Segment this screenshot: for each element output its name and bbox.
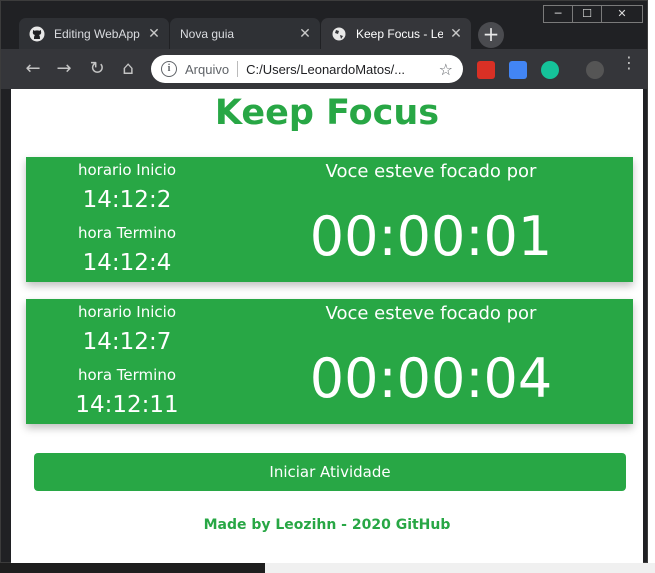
github-icon (29, 26, 45, 42)
end-label: hora Termino (77, 224, 177, 242)
end-time: 14:12:4 (82, 250, 172, 276)
tab-close-icon[interactable]: ✕ (449, 26, 463, 42)
focus-duration: 00:00:04 (309, 347, 553, 410)
back-arrow-icon[interactable]: ← (21, 57, 45, 81)
focus-label: Voce esteve focado por (325, 161, 537, 182)
address-bar[interactable]: i Arquivo C:/Users/LeonardoMatos/... ☆ (151, 55, 463, 83)
tab-nova-guia[interactable]: Nova guia ✕ (170, 18, 320, 49)
page-title: Keep Focus (214, 93, 440, 133)
grammarly-icon[interactable] (541, 61, 559, 79)
extension-red-icon[interactable] (477, 61, 495, 79)
google-translate-icon[interactable] (509, 61, 527, 79)
tab-editing-webapp[interactable]: Editing WebApp ✕ (19, 18, 169, 49)
taskbar-strip (0, 563, 265, 573)
home-icon[interactable]: ⌂ (116, 57, 140, 81)
start-label: horario Inicio (77, 303, 176, 321)
tab-title: Nova guia (180, 26, 235, 41)
tab-title: Editing WebApp (54, 26, 140, 41)
browser-window: ─ ☐ ✕ Editing WebApp ✕ Nova guia ✕ Keep … (0, 0, 648, 563)
profile-avatar[interactable] (586, 61, 604, 79)
session-card: horario Inicio 14:12:2 hora Termino 14:1… (26, 157, 633, 282)
page-content: Keep Focus horario Inicio 14:12:2 hora T… (11, 89, 643, 563)
end-time: 14:12:11 (75, 392, 179, 418)
menu-dots-icon[interactable]: ⋮ (621, 55, 637, 71)
scheme-label: Arquivo (185, 61, 230, 77)
start-time: 14:12:7 (82, 329, 172, 355)
new-tab-icon[interactable]: + (478, 22, 504, 48)
footer-credit[interactable]: Made by Leozihn - 2020 GitHub (11, 517, 643, 533)
minimize-icon[interactable]: ─ (544, 6, 572, 22)
focus-label: Voce esteve focado por (325, 303, 537, 324)
url-text[interactable]: C:/Users/LeonardoMatos/... (246, 62, 439, 77)
maximize-icon[interactable]: ☐ (572, 6, 601, 22)
tab-close-icon[interactable]: ✕ (147, 26, 161, 42)
focus-duration: 00:00:01 (309, 205, 553, 268)
start-activity-button[interactable]: Iniciar Atividade (34, 453, 626, 491)
address-divider (237, 61, 239, 77)
reload-icon[interactable]: ↻ (85, 57, 109, 81)
title-bar: ─ ☐ ✕ Editing WebApp ✕ Nova guia ✕ Keep … (1, 1, 647, 49)
bookmark-star-icon[interactable]: ☆ (439, 60, 453, 79)
tab-title: Keep Focus - Le (356, 26, 443, 41)
browser-toolbar: ← → ↻ ⌂ i Arquivo C:/Users/LeonardoMatos… (1, 49, 647, 89)
tab-close-icon[interactable]: ✕ (298, 26, 312, 42)
start-time: 14:12:2 (82, 187, 172, 213)
tab-keep-focus[interactable]: Keep Focus - Le ✕ (321, 18, 471, 49)
close-window-icon[interactable]: ✕ (601, 6, 642, 22)
end-label: hora Termino (77, 366, 177, 384)
window-controls: ─ ☐ ✕ (543, 5, 643, 23)
session-card: horario Inicio 14:12:7 hora Termino 14:1… (26, 299, 633, 424)
start-label: horario Inicio (77, 161, 176, 179)
forward-arrow-icon[interactable]: → (52, 57, 76, 81)
globe-icon (331, 26, 347, 42)
info-icon[interactable]: i (161, 61, 177, 77)
